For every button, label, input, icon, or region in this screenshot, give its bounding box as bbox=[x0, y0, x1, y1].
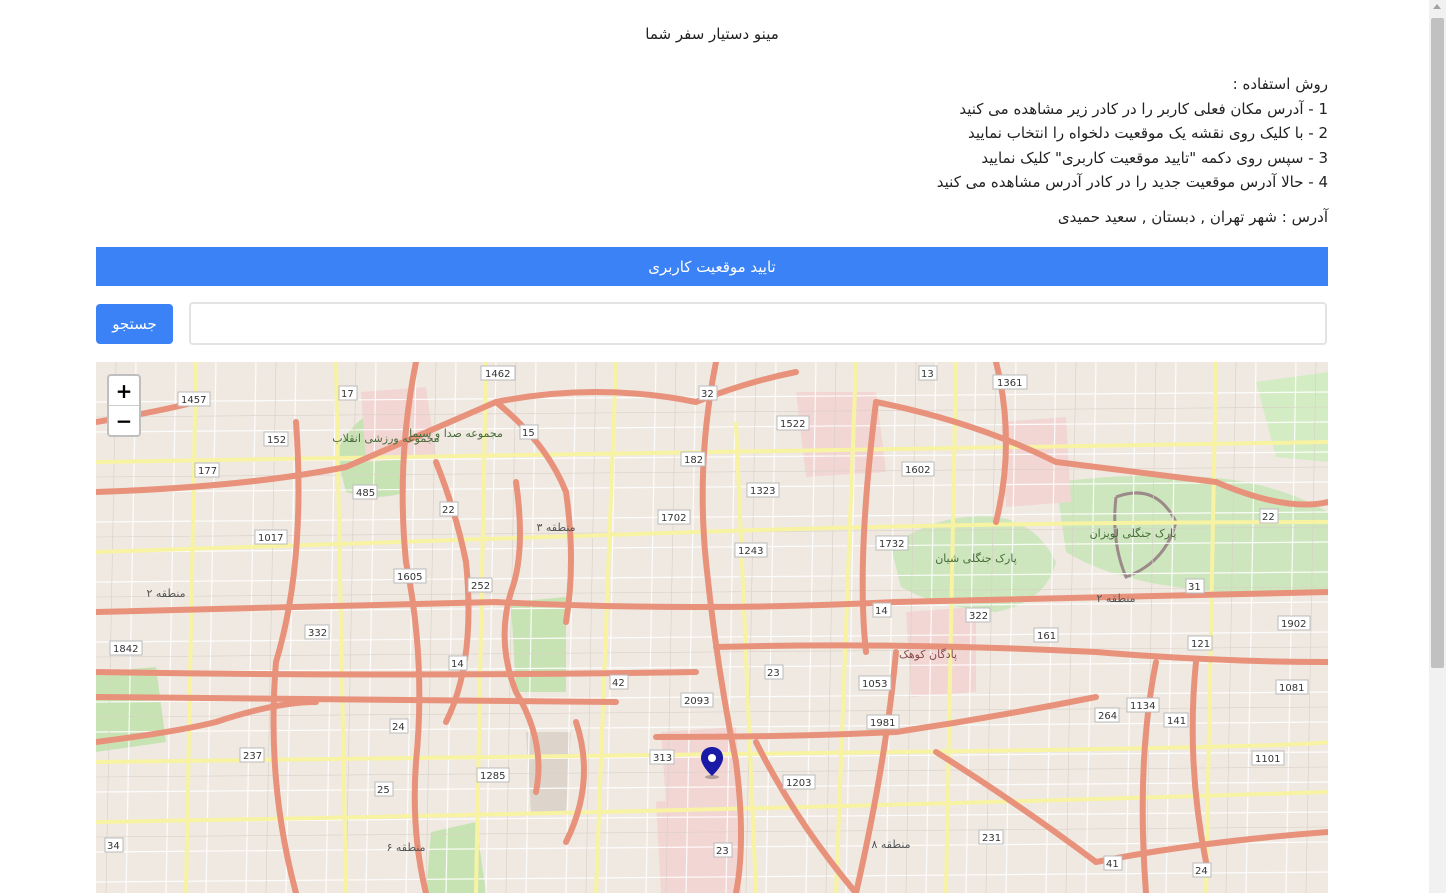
svg-text:منطقه ۸: منطقه ۸ bbox=[871, 838, 910, 851]
confirm-location-button[interactable]: تایید موقعیت کاربری bbox=[96, 247, 1328, 286]
svg-text:14: 14 bbox=[875, 606, 888, 617]
scrollbar-thumb[interactable] bbox=[1431, 18, 1444, 668]
svg-text:1134: 1134 bbox=[1130, 701, 1155, 712]
page-title: مینو دستیار سفر شما bbox=[645, 25, 779, 43]
svg-text:25: 25 bbox=[377, 785, 390, 796]
svg-text:13: 13 bbox=[921, 369, 934, 380]
svg-text:237: 237 bbox=[243, 751, 262, 762]
search-input[interactable] bbox=[189, 302, 1327, 345]
svg-text:42: 42 bbox=[612, 678, 625, 689]
svg-text:پارک جنگلی شیان: پارک جنگلی شیان bbox=[935, 552, 1017, 565]
svg-text:15: 15 bbox=[522, 428, 535, 439]
svg-text:1602: 1602 bbox=[905, 465, 930, 476]
svg-text:1203: 1203 bbox=[786, 778, 811, 789]
page-scrollbar[interactable] bbox=[1429, 0, 1446, 893]
svg-text:منطقه ۶: منطقه ۶ bbox=[386, 841, 425, 854]
scroll-up-icon[interactable] bbox=[1433, 4, 1441, 9]
svg-text:1702: 1702 bbox=[661, 513, 686, 524]
svg-text:177: 177 bbox=[198, 466, 217, 477]
svg-text:24: 24 bbox=[392, 722, 405, 733]
svg-text:231: 231 bbox=[982, 833, 1001, 844]
instructions-heading: روش استفاده : bbox=[1232, 75, 1328, 93]
svg-text:1101: 1101 bbox=[1255, 754, 1280, 765]
svg-text:22: 22 bbox=[442, 505, 455, 516]
instruction-step: 3 - سپس روی دکمه "تایید موقعیت کاربری" ک… bbox=[981, 148, 1328, 167]
svg-text:پارک جنگلی لویزان: پارک جنگلی لویزان bbox=[1090, 527, 1177, 540]
svg-text:منطقه ۳: منطقه ۳ bbox=[536, 521, 575, 534]
svg-text:1842: 1842 bbox=[113, 644, 138, 655]
svg-text:313: 313 bbox=[653, 753, 672, 764]
instruction-step: 4 - حالا آدرس موقعیت جدید را در کادر آدر… bbox=[936, 173, 1328, 191]
svg-text:1323: 1323 bbox=[750, 486, 775, 497]
map-tiles: 1462 32 13 1361 1457 17 15 1522 152 182 … bbox=[96, 362, 1328, 893]
svg-text:منطقه ۲: منطقه ۲ bbox=[146, 587, 185, 600]
map-view[interactable]: 1462 32 13 1361 1457 17 15 1522 152 182 … bbox=[96, 362, 1328, 893]
svg-text:17: 17 bbox=[341, 389, 354, 400]
zoom-in-button[interactable]: + bbox=[109, 376, 139, 405]
address-display: آدرس : شهر تهران , دبستان , سعید حمیدی bbox=[1057, 208, 1328, 226]
svg-text:1017: 1017 bbox=[258, 533, 283, 544]
svg-text:1361: 1361 bbox=[997, 378, 1022, 389]
svg-text:332: 332 bbox=[308, 628, 327, 639]
svg-text:161: 161 bbox=[1037, 631, 1056, 642]
svg-text:1902: 1902 bbox=[1281, 619, 1306, 630]
svg-text:1081: 1081 bbox=[1279, 683, 1304, 694]
map-pin-icon[interactable] bbox=[699, 746, 725, 780]
svg-text:2093: 2093 bbox=[684, 696, 709, 707]
instruction-step: 1 - آدرس مکان فعلی کاربر را در کادر زیر … bbox=[959, 99, 1328, 118]
search-button[interactable]: جستجو bbox=[96, 304, 173, 344]
instructions-block: روش استفاده : 1 - آدرس مکان فعلی کاربر ر… bbox=[937, 72, 1328, 195]
zoom-control: + − bbox=[107, 374, 141, 437]
instruction-step: 2 - با کلیک روی نقشه یک موقعیت دلخواه را… bbox=[967, 124, 1328, 142]
svg-text:264: 264 bbox=[1098, 711, 1117, 722]
svg-text:34: 34 bbox=[107, 841, 120, 852]
svg-text:1243: 1243 bbox=[738, 546, 763, 557]
svg-text:1457: 1457 bbox=[181, 395, 206, 406]
svg-text:322: 322 bbox=[969, 611, 988, 622]
svg-text:152: 152 bbox=[267, 435, 286, 446]
svg-text:121: 121 bbox=[1191, 639, 1210, 650]
svg-text:252: 252 bbox=[471, 581, 490, 592]
svg-text:14: 14 bbox=[451, 659, 464, 670]
svg-text:182: 182 bbox=[684, 455, 703, 466]
svg-text:24: 24 bbox=[1195, 866, 1208, 877]
svg-text:32: 32 bbox=[701, 389, 714, 400]
svg-text:22: 22 bbox=[1262, 512, 1275, 523]
svg-text:485: 485 bbox=[356, 488, 375, 499]
svg-text:1605: 1605 bbox=[397, 572, 422, 583]
svg-text:41: 41 bbox=[1106, 859, 1119, 870]
svg-text:23: 23 bbox=[716, 846, 729, 857]
svg-text:1522: 1522 bbox=[780, 419, 805, 430]
svg-text:1981: 1981 bbox=[870, 718, 895, 729]
zoom-out-button[interactable]: − bbox=[109, 405, 139, 435]
svg-text:1732: 1732 bbox=[879, 539, 904, 550]
svg-text:پادگان کوهک: پادگان کوهک bbox=[899, 648, 957, 661]
svg-text:31: 31 bbox=[1188, 582, 1201, 593]
svg-text:مجموعه ورزشی انقلاب: مجموعه ورزشی انقلاب bbox=[332, 432, 440, 445]
svg-text:1285: 1285 bbox=[480, 771, 505, 782]
svg-text:141: 141 bbox=[1167, 716, 1186, 727]
svg-text:1053: 1053 bbox=[862, 679, 887, 690]
svg-text:منطقه ۲: منطقه ۲ bbox=[1096, 592, 1135, 605]
svg-text:1462: 1462 bbox=[485, 369, 510, 380]
svg-text:23: 23 bbox=[767, 668, 780, 679]
